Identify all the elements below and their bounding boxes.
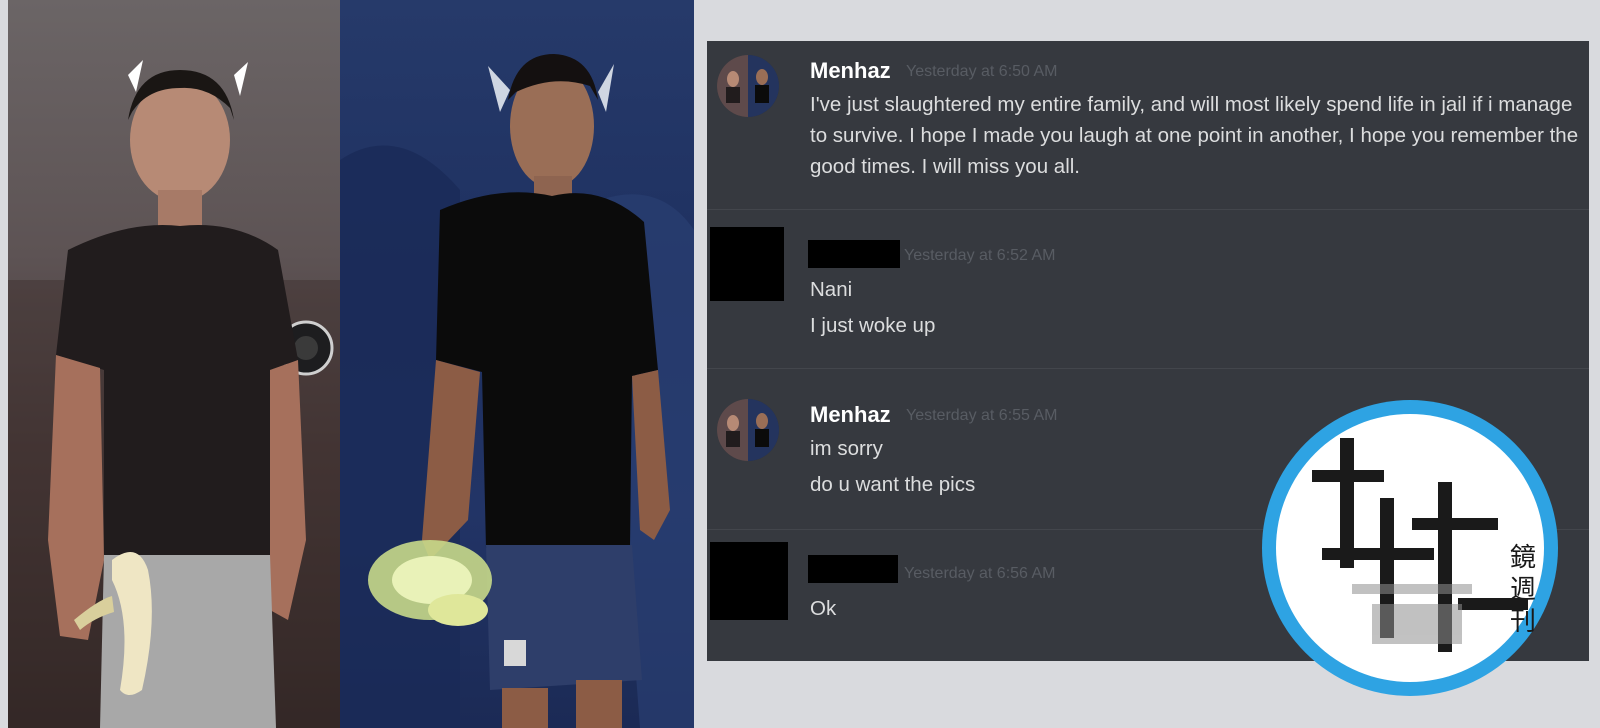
photo-collage xyxy=(8,0,694,728)
message-timestamp: Yesterday at 6:52 AM xyxy=(904,247,1056,264)
redacted-author-name xyxy=(808,240,900,268)
avatar-image-icon xyxy=(717,399,779,461)
redacted-avatar xyxy=(710,542,788,620)
message-timestamp: Yesterday at 6:55 AM xyxy=(906,407,1058,424)
avatar-image-icon xyxy=(717,55,779,117)
redacted-author-name xyxy=(808,555,898,583)
game-avatar-illustration xyxy=(340,54,694,728)
message-text: Nani xyxy=(810,278,853,301)
message-author[interactable]: Menhaz xyxy=(810,58,891,84)
mirror-media-logo: 鏡 週 刊 xyxy=(1262,398,1582,708)
user-avatar[interactable] xyxy=(717,55,779,117)
user-avatar[interactable] xyxy=(717,399,779,461)
game-avatar-render xyxy=(340,0,694,728)
logo-text-char: 週 xyxy=(1510,575,1536,605)
message-timestamp: Yesterday at 6:56 AM xyxy=(904,565,1056,582)
logo-text-char: 刊 xyxy=(1510,607,1536,637)
message-author[interactable]: Menhaz xyxy=(810,402,891,428)
message-timestamp: Yesterday at 6:50 AM xyxy=(906,63,1058,80)
message-group: Yesterday at 6:52 AM Nani I just woke up xyxy=(707,210,1589,368)
mirror-media-logo-icon: 鏡 週 刊 xyxy=(1262,400,1558,696)
redacted-avatar xyxy=(710,227,784,301)
message-text: I've just slaughtered my entire family, … xyxy=(810,93,1579,178)
real-photo-illustration xyxy=(8,60,340,728)
message-text: I just woke up xyxy=(810,314,936,337)
logo-text-char: 鏡 xyxy=(1510,543,1536,573)
message-group: Menhaz Yesterday at 6:50 AM I've just sl… xyxy=(707,41,1589,209)
real-photo xyxy=(8,0,340,728)
